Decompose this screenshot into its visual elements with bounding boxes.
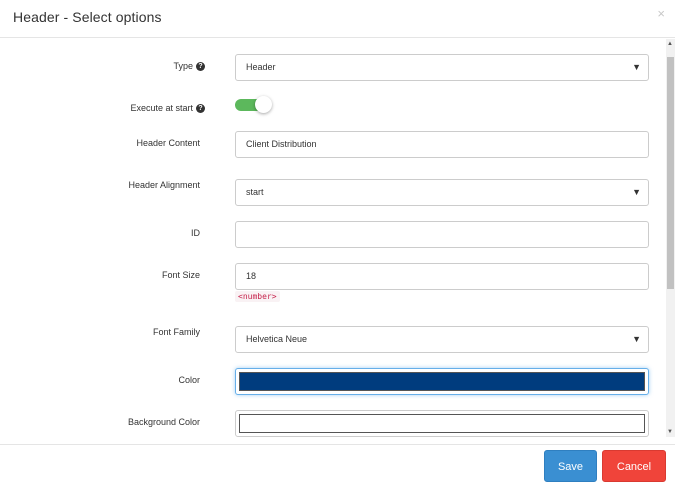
dialog-footer: Save Cancel	[0, 444, 675, 485]
background-color-swatch	[239, 414, 645, 433]
toggle-knob	[255, 96, 272, 113]
cancel-button[interactable]: Cancel	[602, 450, 666, 482]
scrollbar-thumb[interactable]	[667, 57, 674, 289]
id-label: ID	[191, 228, 200, 238]
scrollbar[interactable]: ▲ ▼	[666, 39, 675, 437]
header-alignment-label: Header Alignment	[128, 180, 200, 190]
color-picker[interactable]	[235, 368, 649, 395]
execute-at-start-label-text: Execute at start	[130, 103, 193, 113]
chevron-down-icon: ▼	[632, 62, 641, 72]
color-swatch	[239, 372, 645, 391]
dialog-title: Header - Select options	[13, 9, 162, 25]
dialog-body: Type? Header ▼ Execute at start? Header …	[0, 39, 675, 444]
font-size-type-hint: <number>	[235, 291, 280, 302]
execute-at-start-toggle[interactable]	[235, 96, 272, 113]
close-icon[interactable]: ×	[657, 6, 665, 21]
execute-at-start-label: Execute at start?	[5, 103, 205, 114]
color-label: Color	[178, 375, 200, 385]
chevron-down-icon: ▼	[632, 187, 641, 197]
font-family-label: Font Family	[152, 327, 200, 337]
help-icon[interactable]: ?	[196, 104, 205, 114]
font-size-input[interactable]: 18	[235, 263, 649, 290]
header-alignment-select[interactable]: start ▼	[235, 179, 649, 206]
scroll-down-icon[interactable]: ▼	[667, 429, 673, 435]
id-input[interactable]	[235, 221, 649, 248]
font-family-select[interactable]: Helvetica Neue ▼	[235, 326, 649, 353]
dialog-header: Header - Select options ×	[0, 0, 675, 38]
background-color-label: Background Color	[127, 417, 200, 427]
scroll-up-icon[interactable]: ▲	[667, 41, 673, 47]
header-content-label: Header Content	[136, 138, 200, 148]
save-button[interactable]: Save	[544, 450, 597, 482]
background-color-picker[interactable]	[235, 410, 649, 437]
header-alignment-select-value: start	[246, 187, 264, 197]
type-select[interactable]: Header ▼	[235, 54, 649, 81]
chevron-down-icon: ▼	[632, 334, 641, 344]
font-family-select-value: Helvetica Neue	[246, 334, 308, 344]
help-icon[interactable]: ?	[196, 62, 205, 72]
type-label-text: Type	[173, 61, 193, 71]
type-label: Type?	[5, 61, 205, 72]
header-content-input[interactable]: Client Distribution	[235, 131, 649, 158]
type-select-value: Header	[246, 62, 276, 72]
font-size-label: Font Size	[161, 270, 200, 280]
